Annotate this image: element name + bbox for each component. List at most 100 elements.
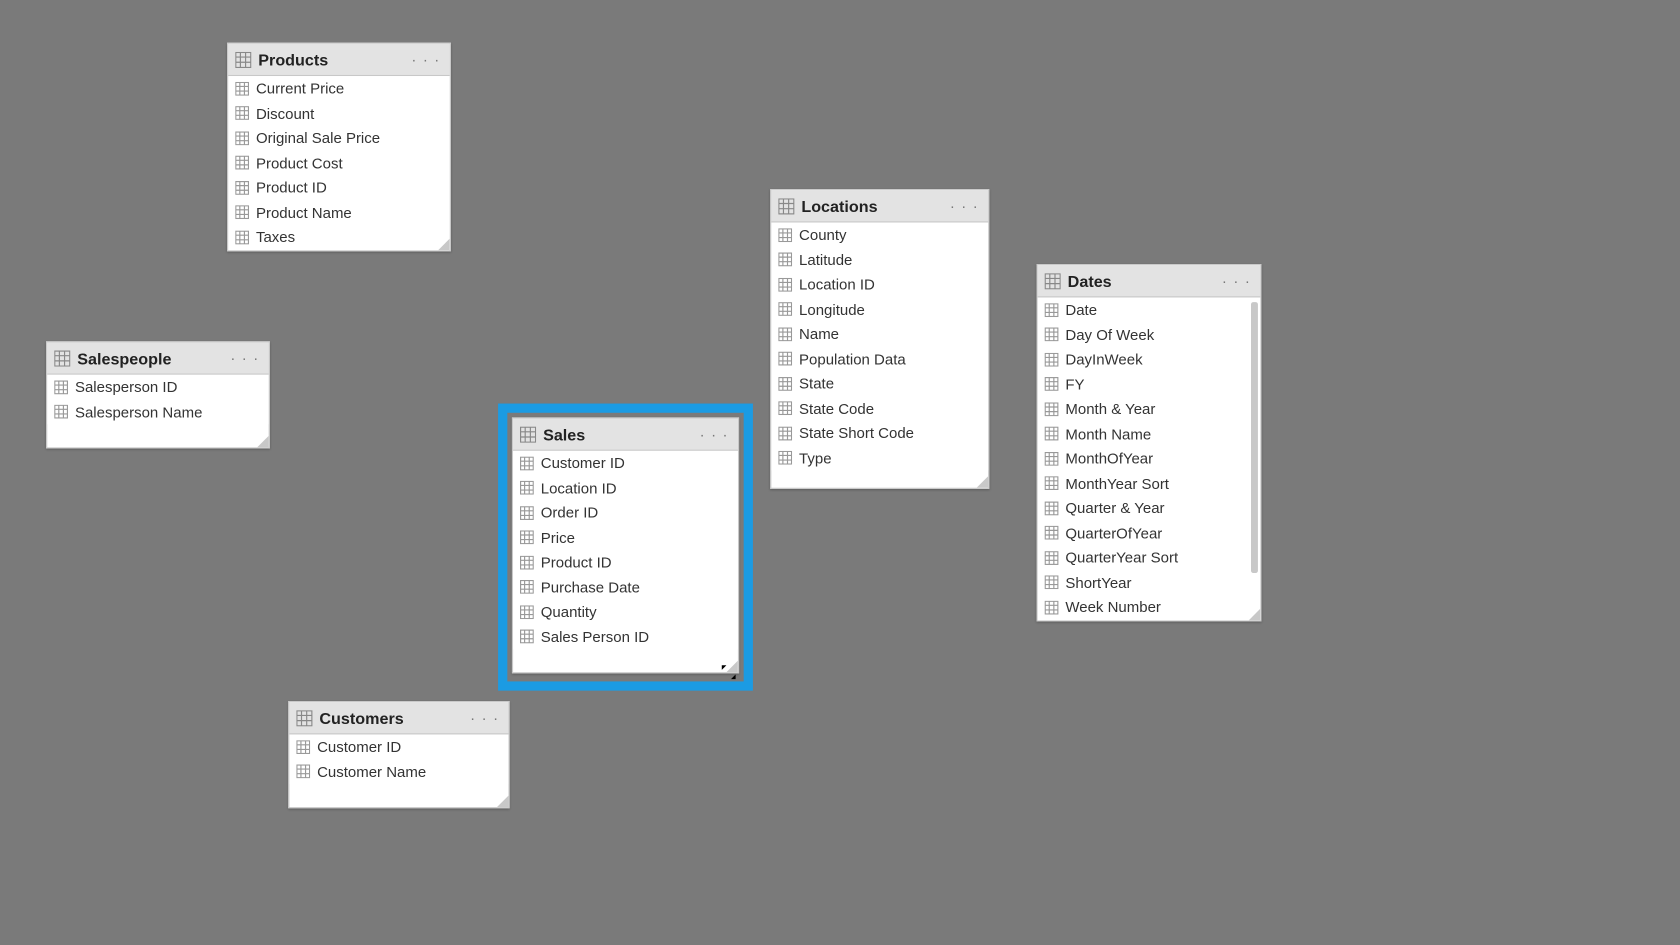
table-dates[interactable]: Dates · · · DateDay Of WeekDayInWeekFYMo… xyxy=(1037,264,1262,621)
field-label: QuarterOfYear xyxy=(1065,524,1162,541)
field-sales-6[interactable]: Quantity xyxy=(513,600,738,625)
more-options-icon[interactable]: · · · xyxy=(1220,272,1254,289)
resize-grip[interactable] xyxy=(257,436,269,448)
table-locations[interactable]: Locations · · · County Latitude Location I… xyxy=(770,189,989,489)
field-locations-5[interactable]: Population Data xyxy=(771,346,988,371)
column-icon xyxy=(1045,328,1059,342)
resize-grip[interactable] xyxy=(438,238,450,250)
table-icon xyxy=(1045,273,1061,289)
field-list: Salesperson ID Salesperson Name xyxy=(47,375,268,425)
field-locations-9[interactable]: Type xyxy=(771,446,988,471)
field-dates-3[interactable]: FY xyxy=(1038,372,1261,397)
field-label: Customer ID xyxy=(317,738,401,755)
field-dates-2[interactable]: DayInWeek xyxy=(1038,347,1261,372)
column-icon xyxy=(296,740,310,754)
field-list: Customer IDLocation IDOrder IDPrice Produ… xyxy=(513,451,738,649)
field-dates-5[interactable]: Month Name xyxy=(1038,421,1261,446)
table-sales[interactable]: Sales · · · Customer IDLocation IDOrder … xyxy=(512,417,739,673)
field-label: Date xyxy=(1065,301,1097,318)
field-dates-9[interactable]: QuarterOfYear xyxy=(1038,521,1261,546)
field-locations-7[interactable]: State Code xyxy=(771,396,988,421)
field-salespeople-1[interactable]: Salesperson Name xyxy=(47,400,268,425)
table-header-locations[interactable]: Locations · · · xyxy=(771,190,988,222)
table-customers[interactable]: Customers · · · Customer ID Customer Name xyxy=(288,701,509,808)
column-icon xyxy=(778,253,792,267)
table-header-dates[interactable]: Dates · · · xyxy=(1038,265,1261,297)
field-sales-3[interactable]: Price xyxy=(513,525,738,550)
field-label: Product ID xyxy=(541,554,612,571)
field-label: MonthOfYear xyxy=(1065,450,1153,467)
field-label: Product Name xyxy=(256,204,352,221)
field-dates-8[interactable]: Quarter & Year xyxy=(1038,496,1261,521)
table-title: Customers xyxy=(319,709,467,727)
field-products-5[interactable]: Product Name xyxy=(228,200,449,225)
field-locations-8[interactable]: State Short Code xyxy=(771,421,988,446)
column-icon xyxy=(54,405,68,419)
more-options-icon[interactable]: · · · xyxy=(468,709,502,726)
field-locations-0[interactable]: County xyxy=(771,223,988,248)
table-title: Dates xyxy=(1068,272,1220,290)
field-label: Latitude xyxy=(799,251,852,268)
field-dates-10[interactable]: QuarterYear Sort xyxy=(1038,545,1261,570)
field-sales-5[interactable]: Purchase Date xyxy=(513,575,738,600)
column-icon xyxy=(1045,452,1059,466)
field-dates-0[interactable]: Date xyxy=(1038,297,1261,322)
field-label: ShortYear xyxy=(1065,574,1131,591)
field-sales-2[interactable]: Order ID xyxy=(513,500,738,525)
column-icon xyxy=(778,302,792,316)
more-options-icon[interactable]: · · · xyxy=(697,425,731,442)
field-sales-1[interactable]: Location ID xyxy=(513,476,738,501)
field-label: Customer Name xyxy=(317,763,426,780)
field-products-3[interactable]: Product Cost xyxy=(228,150,449,175)
field-dates-4[interactable]: Month & Year xyxy=(1038,397,1261,422)
more-options-icon[interactable]: · · · xyxy=(409,51,443,68)
field-dates-6[interactable]: MonthOfYear xyxy=(1038,446,1261,471)
field-customers-1[interactable]: Customer Name xyxy=(289,759,508,784)
column-icon xyxy=(235,230,249,244)
scrollbar[interactable] xyxy=(1251,302,1258,573)
model-view-canvas[interactable]: Products · · · Current PriceDiscountOrig… xyxy=(0,0,1680,945)
table-header-customers[interactable]: Customers · · · xyxy=(289,702,508,734)
field-label: State Code xyxy=(799,400,874,417)
field-dates-12[interactable]: Week Number xyxy=(1038,595,1261,620)
field-label: Quantity xyxy=(541,603,597,620)
table-salespeople[interactable]: Salespeople · · · Salesperson IDSalesper… xyxy=(46,341,270,448)
resize-grip[interactable] xyxy=(497,796,509,808)
field-locations-6[interactable]: State xyxy=(771,371,988,396)
more-options-icon[interactable]: · · · xyxy=(228,349,262,366)
more-options-icon[interactable]: · · · xyxy=(948,197,982,214)
field-dates-11[interactable]: ShortYear xyxy=(1038,570,1261,595)
field-label: QuarterYear Sort xyxy=(1065,549,1178,566)
field-sales-7[interactable]: Sales Person ID xyxy=(513,624,738,649)
resize-grip[interactable] xyxy=(1249,608,1261,620)
field-locations-1[interactable]: Latitude xyxy=(771,247,988,272)
field-sales-4[interactable]: Product ID xyxy=(513,550,738,575)
field-locations-4[interactable]: Name xyxy=(771,322,988,347)
field-list: County Latitude Location IDLongitudeNamePo… xyxy=(771,223,988,471)
field-label: State Short Code xyxy=(799,425,914,442)
field-products-4[interactable]: Product ID xyxy=(228,175,449,200)
column-icon xyxy=(235,206,249,220)
resize-grip[interactable] xyxy=(977,476,989,488)
table-header-sales[interactable]: Sales · · · xyxy=(513,419,738,451)
field-dates-7[interactable]: MonthYear Sort xyxy=(1038,471,1261,496)
column-icon xyxy=(778,327,792,341)
field-dates-1[interactable]: Day Of Week xyxy=(1038,322,1261,347)
field-products-1[interactable]: Discount xyxy=(228,101,449,126)
table-header-products[interactable]: Products · · · xyxy=(228,44,449,76)
table-products[interactable]: Products · · · Current PriceDiscountOrig… xyxy=(227,43,451,251)
field-locations-2[interactable]: Location ID xyxy=(771,272,988,297)
table-header-salespeople[interactable]: Salespeople · · · xyxy=(47,342,268,374)
field-customers-0[interactable]: Customer ID xyxy=(289,734,508,759)
field-label: Type xyxy=(799,449,832,466)
field-label: Salesperson ID xyxy=(75,378,177,395)
column-icon xyxy=(520,456,534,470)
field-locations-3[interactable]: Longitude xyxy=(771,297,988,322)
field-sales-0[interactable]: Customer ID xyxy=(513,451,738,476)
field-salespeople-0[interactable]: Salesperson ID xyxy=(47,375,268,400)
field-products-0[interactable]: Current Price xyxy=(228,76,449,101)
column-icon xyxy=(520,630,534,644)
field-products-2[interactable]: Original Sale Price xyxy=(228,126,449,151)
resize-grip[interactable] xyxy=(726,661,738,673)
field-products-6[interactable]: Taxes xyxy=(228,225,449,250)
